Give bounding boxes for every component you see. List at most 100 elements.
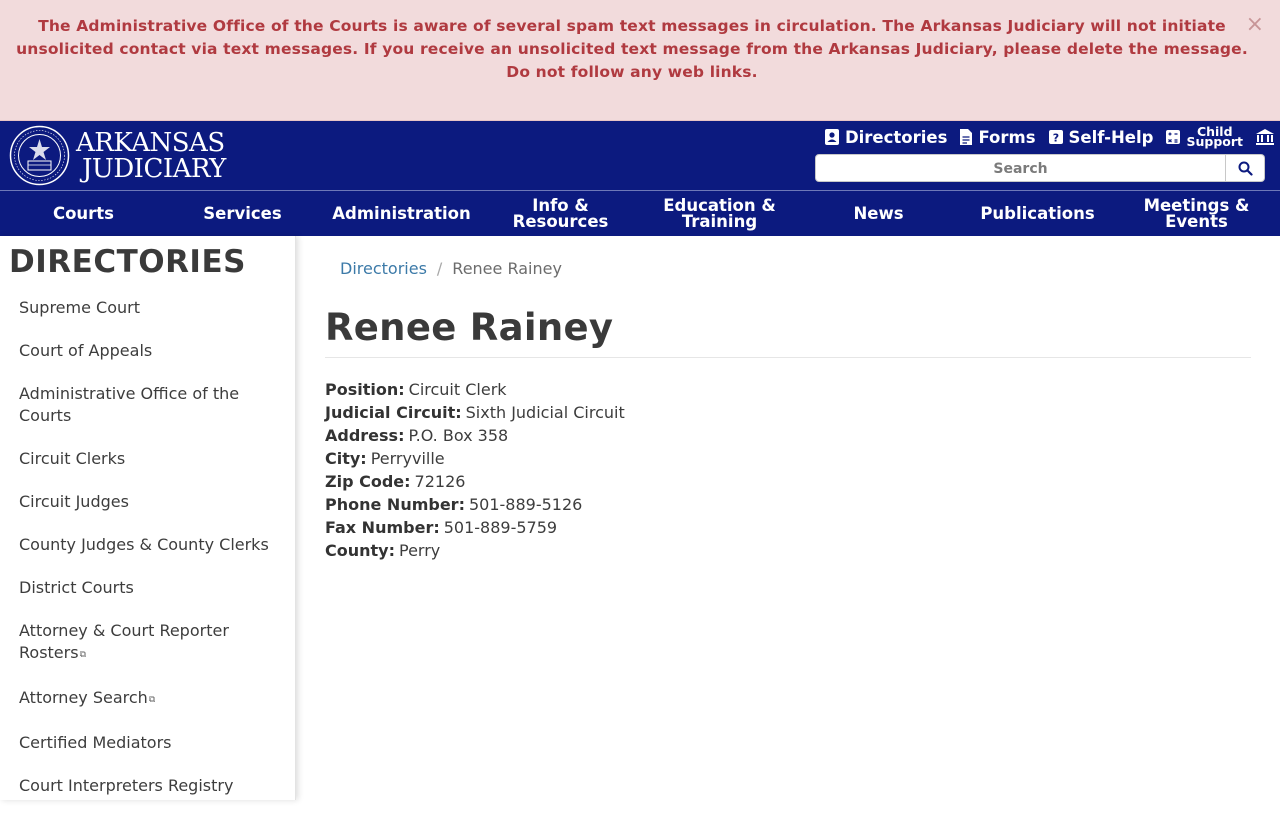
sidebar-item-label: Circuit Judges xyxy=(19,492,129,511)
nav-meetings-events[interactable]: Meetings & Events xyxy=(1117,191,1276,236)
detail-value: Sixth Judicial Circuit xyxy=(465,403,625,422)
utility-directories-link[interactable]: Directories xyxy=(824,127,948,147)
detail-value: P.O. Box 358 xyxy=(408,426,509,445)
breadcrumb-current: Renee Rainey xyxy=(452,259,562,278)
detail-label: Judicial Circuit: xyxy=(325,403,462,422)
detail-value: 501-889-5126 xyxy=(468,495,583,514)
detail-phone-number: Phone Number: 501-889-5126 xyxy=(325,493,625,516)
child-support-line2: Support xyxy=(1186,134,1243,149)
document-icon xyxy=(960,129,973,145)
sidebar-item-county-judges-clerks[interactable]: County Judges & County Clerks xyxy=(19,534,279,556)
magnifier-icon xyxy=(1238,161,1253,176)
sidebar-item-label: District Courts xyxy=(19,578,134,597)
svg-text:?: ? xyxy=(1052,132,1058,145)
directories-sidebar: DIRECTORIES Supreme Court Court of Appea… xyxy=(0,236,296,800)
detail-label: Position: xyxy=(325,380,405,399)
nav-label: Training xyxy=(681,211,758,231)
sidebar-item-circuit-judges[interactable]: Circuit Judges xyxy=(19,491,279,513)
detail-label: County: xyxy=(325,541,395,560)
logo-line-arkansas: ARKANSAS xyxy=(76,127,225,158)
nav-administration[interactable]: Administration xyxy=(322,191,481,236)
sidebar-item-label: Court of Appeals xyxy=(19,341,153,360)
sidebar-item-label: Administrative Office of the Courts xyxy=(19,384,240,425)
utility-forms-label: Forms xyxy=(978,127,1036,147)
sidebar-item-circuit-clerks[interactable]: Circuit Clerks xyxy=(19,448,279,470)
nav-education-training[interactable]: Education & Training xyxy=(640,191,799,236)
nav-courts[interactable]: Courts xyxy=(4,191,163,236)
page-title: Renee Rainey xyxy=(325,306,614,349)
utility-nav: Directories Forms ? Self-Help Child Supp xyxy=(824,125,1280,149)
utility-child-support-link[interactable]: Child Support xyxy=(1165,125,1243,149)
site-logo[interactable]: ARKANSAS JUDICIARY xyxy=(9,125,226,186)
close-icon[interactable]: × xyxy=(1246,12,1264,38)
sidebar-item-court-interpreters-registry[interactable]: Court Interpreters Registry xyxy=(19,775,279,797)
site-header: ARKANSAS JUDICIARY Directories Forms ? S… xyxy=(0,121,1280,236)
nav-label: Courts xyxy=(52,203,115,223)
detail-value: Perryville xyxy=(370,449,445,468)
alert-message: The Administrative Office of the Courts … xyxy=(16,17,1248,81)
search-button[interactable] xyxy=(1226,154,1265,182)
sidebar-item-label: County Judges & County Clerks xyxy=(19,535,269,554)
external-link-icon: ⧉ xyxy=(148,695,156,705)
sidebar-item-attorney-search[interactable]: Attorney Search⧉ xyxy=(19,687,279,711)
child-support-label: Child Support xyxy=(1186,125,1243,149)
utility-self-help-link[interactable]: ? Self-Help xyxy=(1048,128,1153,147)
detail-city: City: Perryville xyxy=(325,447,625,470)
calculator-icon xyxy=(1166,130,1181,144)
detail-label: Phone Number: xyxy=(325,495,465,514)
detail-county: County: Perry xyxy=(325,539,625,562)
contact-card-icon xyxy=(824,129,839,145)
nav-label: Administration xyxy=(332,203,471,223)
breadcrumb: Directories / Renee Rainey xyxy=(340,259,562,278)
sidebar-item-supreme-court[interactable]: Supreme Court xyxy=(19,297,279,319)
nav-publications[interactable]: Publications xyxy=(958,191,1117,236)
detail-value: 501-889-5759 xyxy=(443,518,558,537)
question-icon: ? xyxy=(1048,130,1063,145)
detail-zip-code: Zip Code: 72126 xyxy=(325,470,625,493)
sidebar-item-label: Court Interpreters Registry xyxy=(19,776,234,795)
nav-news[interactable]: News xyxy=(799,191,958,236)
breadcrumb-directories-link[interactable]: Directories xyxy=(340,259,427,278)
external-link-icon: ⧉ xyxy=(79,650,86,660)
spam-alert-banner: The Administrative Office of the Courts … xyxy=(0,0,1280,121)
nav-label: Services xyxy=(203,203,282,223)
detail-judicial-circuit: Judicial Circuit: Sixth Judicial Circuit xyxy=(325,401,625,424)
nav-label: Resources xyxy=(512,211,609,231)
state-seal-icon xyxy=(9,125,70,186)
detail-value: Circuit Clerk xyxy=(408,380,507,399)
detail-address: Address: P.O. Box 358 xyxy=(325,424,625,447)
contact-details: Position: Circuit Clerk Judicial Circuit:… xyxy=(325,378,625,562)
detail-fax-number: Fax Number: 501-889-5759 xyxy=(325,516,625,539)
nav-info-resources[interactable]: Info & Resources xyxy=(481,191,640,236)
detail-label: Zip Code: xyxy=(325,472,411,491)
courthouse-icon xyxy=(1256,129,1274,145)
sidebar-item-court-of-appeals[interactable]: Court of Appeals xyxy=(19,340,279,362)
sidebar-item-label: Circuit Clerks xyxy=(19,449,126,468)
detail-value: Perry xyxy=(399,541,441,560)
nav-services[interactable]: Services xyxy=(163,191,322,236)
sidebar-item-label: Attorney & Court Reporter Rosters xyxy=(19,621,229,662)
sidebar-item-label: Supreme Court xyxy=(19,298,140,317)
nav-label: Publications xyxy=(980,203,1095,223)
detail-value: 72126 xyxy=(414,472,466,491)
detail-label: Address: xyxy=(325,426,405,445)
sidebar-title: DIRECTORIES xyxy=(9,244,246,280)
logo-line-judiciary: JUDICIARY xyxy=(82,153,226,184)
utility-overflow-link[interactable] xyxy=(1255,128,1280,146)
utility-directories-label: Directories xyxy=(844,127,948,147)
nav-label: Events xyxy=(1165,211,1228,231)
search-input[interactable] xyxy=(815,154,1226,182)
sidebar-list: Supreme Court Court of Appeals Administr… xyxy=(19,297,279,818)
site-search xyxy=(815,154,1265,182)
detail-position: Position: Circuit Clerk xyxy=(325,378,625,401)
main-nav: Courts Services Administration Info & Res… xyxy=(4,191,1276,236)
utility-forms-link[interactable]: Forms xyxy=(959,127,1036,147)
sidebar-item-attorney-court-reporter-rosters[interactable]: Attorney & Court Reporter Rosters⧉ xyxy=(19,620,279,666)
sidebar-item-administrative-office[interactable]: Administrative Office of the Courts xyxy=(19,383,279,427)
nav-label: News xyxy=(853,203,904,223)
breadcrumb-separator: / xyxy=(436,259,443,278)
sidebar-item-label: Certified Mediators xyxy=(19,733,172,752)
sidebar-item-district-courts[interactable]: District Courts xyxy=(19,577,279,599)
title-divider xyxy=(325,357,1251,358)
sidebar-item-certified-mediators[interactable]: Certified Mediators xyxy=(19,732,279,754)
